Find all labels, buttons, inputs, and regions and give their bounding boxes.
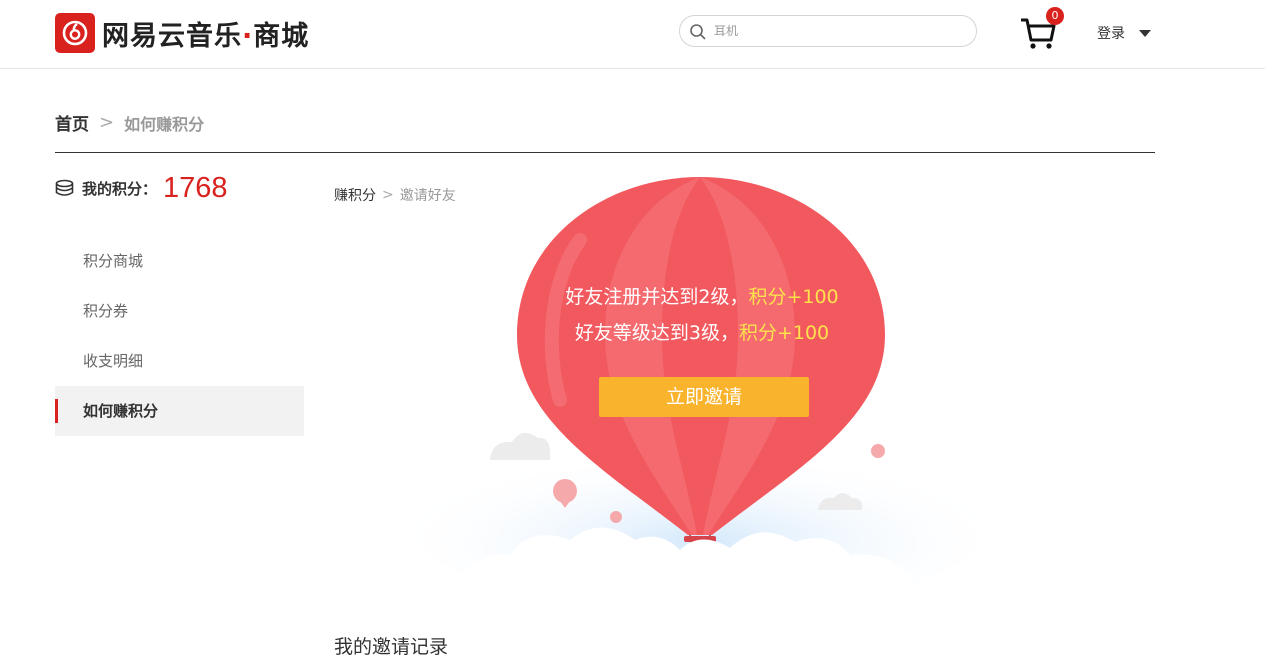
chevron-right-icon: > xyxy=(382,187,394,203)
invite-rule-line-1: 好友注册并达到2级，积分+100 xyxy=(565,286,839,308)
my-points: 我的积分： 1768 xyxy=(55,172,228,205)
points-value: 1768 xyxy=(163,172,228,204)
header-divider xyxy=(55,152,1155,153)
points-label: 我的积分： xyxy=(82,180,158,198)
login-label: 登录 xyxy=(1097,26,1125,42)
search-input[interactable] xyxy=(714,21,964,41)
caret-down-icon xyxy=(1139,29,1151,37)
logo-text: 网易云音乐·商城 xyxy=(102,20,310,52)
coins-icon xyxy=(55,179,74,196)
breadcrumb: 首页 > 如何赚积分 xyxy=(55,110,204,135)
breadcrumb-home[interactable]: 首页 xyxy=(55,110,89,135)
invite-records-title: 我的邀请记录 xyxy=(334,636,449,658)
netease-music-logo-icon xyxy=(55,13,95,53)
invite-now-button[interactable]: 立即邀请 xyxy=(599,377,809,417)
side-item-how-to-earn[interactable]: 如何赚积分 xyxy=(55,386,304,436)
breadcrumb-current: 如何赚积分 xyxy=(124,114,205,134)
top-header: 网易云音乐·商城 0 登录 xyxy=(0,0,1265,69)
search-icon xyxy=(690,24,706,40)
side-menu: 积分商城 积分券 收支明细 如何赚积分 xyxy=(55,236,304,436)
side-item-coupons[interactable]: 积分券 xyxy=(55,286,304,336)
logo[interactable]: 网易云音乐·商城 xyxy=(55,13,309,53)
cart-count-badge: 0 xyxy=(1046,7,1064,25)
login-dropdown[interactable]: 登录 xyxy=(1097,23,1151,43)
sub-breadcrumb-parent[interactable]: 赚积分 xyxy=(334,185,376,205)
side-item-points-mall[interactable]: 积分商城 xyxy=(55,236,304,286)
chevron-right-icon: > xyxy=(99,112,115,133)
search-box[interactable] xyxy=(679,15,977,47)
side-item-transactions[interactable]: 收支明细 xyxy=(55,336,304,386)
invite-rule-line-2: 好友等级达到3级，积分+100 xyxy=(574,322,830,344)
